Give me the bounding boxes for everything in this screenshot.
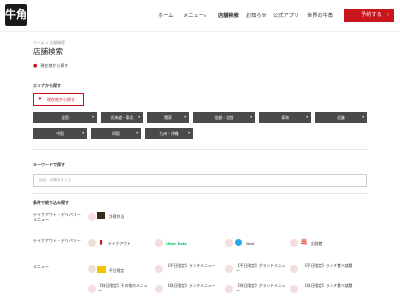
checkbox-circle[interactable] [290, 265, 298, 273]
chevron-down-icon: ▾ [184, 115, 186, 119]
option-takeout[interactable]: テイクアウト [108, 241, 131, 246]
chevron-down-icon: ▾ [136, 131, 138, 135]
row-label-takeout-menu: テイクアウト・デリバリーメニュー [33, 212, 81, 222]
breadcrumb-home[interactable]: ホーム [33, 40, 44, 45]
nav-world[interactable]: 世界の牛角 [307, 12, 333, 19]
uber-eats-logo[interactable]: Uber Eats [166, 241, 187, 246]
option-weekday-lunch[interactable]: 【平日限定】ランチメニュー [166, 263, 216, 268]
checkbox-circle[interactable] [88, 239, 96, 247]
region-shinetsu-hokuriku[interactable]: 信越・北陸 ▾ [193, 112, 255, 123]
keyword-section-label: キーワードで探す [33, 162, 65, 167]
checkbox-circle[interactable] [88, 265, 96, 273]
checkbox-circle[interactable] [225, 239, 233, 247]
checkbox-circle[interactable] [290, 285, 298, 293]
region-hokkaido-tohoku[interactable]: 北海道・東北 ▾ [101, 112, 143, 123]
reserve-button[interactable]: 予約する › [344, 9, 394, 22]
option-weekday-only[interactable]: 平日限定 [109, 268, 124, 273]
site-header: 牛角 ホーム メニュー∨ 店舗検索 お知らせ 公式アプリ 世界の牛角 予約する … [0, 0, 400, 32]
region-tokai[interactable]: 東海 ▾ [259, 112, 311, 123]
option-holiday-grand[interactable]: 【休日限定】グランドメニュー [236, 283, 286, 293]
checkbox-circle[interactable] [155, 285, 163, 293]
demaekan-icon: 出 [300, 239, 307, 246]
nav-news[interactable]: お知らせ [246, 12, 267, 19]
chevron-down-icon: ▾ [250, 115, 252, 119]
option-holiday-lunch[interactable]: 【休日限定】ランチメニュー [166, 283, 216, 288]
region-nationwide[interactable]: 全国 ▾ [33, 112, 97, 123]
map-pin-icon: ● [33, 63, 38, 69]
option-wolt[interactable]: Wolt [246, 241, 254, 246]
near-me-button[interactable]: ➤ 現在地から探す [33, 93, 84, 106]
location-arrow-icon: ➤ [38, 96, 43, 102]
brand-logo[interactable]: 牛角 [5, 4, 27, 26]
checkbox-circle[interactable] [290, 239, 298, 247]
chevron-down-icon: ▾ [82, 131, 84, 135]
nav-menu[interactable]: メニュー∨ [183, 12, 207, 19]
wolt-icon [235, 239, 242, 246]
checkbox-circle[interactable] [225, 265, 233, 273]
weekday-badge-icon [97, 266, 106, 273]
option-weekday-lunch-buffet[interactable]: 【平日限定】ランチ食べ放題 [303, 263, 353, 268]
region-kanto[interactable]: 関東 ▾ [147, 112, 189, 123]
region-kyushu-okinawa[interactable]: 九州・沖縄 ▾ [145, 128, 193, 139]
divider [33, 149, 367, 150]
row-label-menu: メニュー [33, 264, 49, 269]
chevron-down-icon: ▾ [138, 115, 140, 119]
nav-home[interactable]: ホーム [158, 12, 173, 19]
divider [33, 193, 367, 194]
chevron-down-icon: ▾ [362, 115, 364, 119]
checkbox-circle[interactable] [225, 285, 233, 293]
checkbox-circle[interactable] [155, 239, 163, 247]
keyword-input[interactable]: 地名・店舗名を入力 [33, 174, 367, 187]
bento-icon [97, 212, 105, 219]
locate-link[interactable]: ● 現在地から探す [33, 63, 68, 69]
takeout-bag-icon: ▮ [99, 239, 103, 246]
checkbox-circle[interactable] [155, 265, 163, 273]
option-holiday-other[interactable]: 【休日限定】その他のメニュー [98, 283, 150, 293]
checkbox-circle[interactable] [88, 213, 96, 221]
option-holiday-lunch-buffet[interactable]: 【休日限定】ランチ食べ放題 [303, 283, 353, 288]
checkbox-circle[interactable] [88, 285, 96, 293]
region-chugoku[interactable]: 中国 ▾ [33, 128, 87, 139]
option-bento[interactable]: 冷蔵弁当 [109, 214, 124, 219]
option-demaekan[interactable]: 出前館 [311, 241, 322, 246]
nav-store-search[interactable]: 店舗検索 [218, 12, 239, 19]
nav-app[interactable]: 公式アプリ [273, 12, 299, 19]
area-section-label: エリアから探す [33, 83, 61, 88]
chevron-down-icon: ▾ [306, 115, 308, 119]
option-weekday-grand[interactable]: 【平日限定】グランドメニュー [236, 263, 286, 273]
row-label-takeout-delivery: テイクアウト・デリバリー [33, 238, 81, 243]
chevron-down-icon: ▾ [92, 115, 94, 119]
chevron-down-icon: ▾ [188, 131, 190, 135]
conditions-section-label: 条件で絞り込み探す [33, 200, 69, 205]
region-shikoku[interactable]: 四国 ▾ [91, 128, 141, 139]
breadcrumb-current: 店舗検索 [49, 40, 66, 45]
arrow-right-icon: › [387, 12, 389, 18]
chevron-down-icon: ∨ [203, 13, 207, 18]
page-title: 店舗検索 [33, 47, 63, 56]
region-kinki[interactable]: 近畿 ▾ [315, 112, 367, 123]
